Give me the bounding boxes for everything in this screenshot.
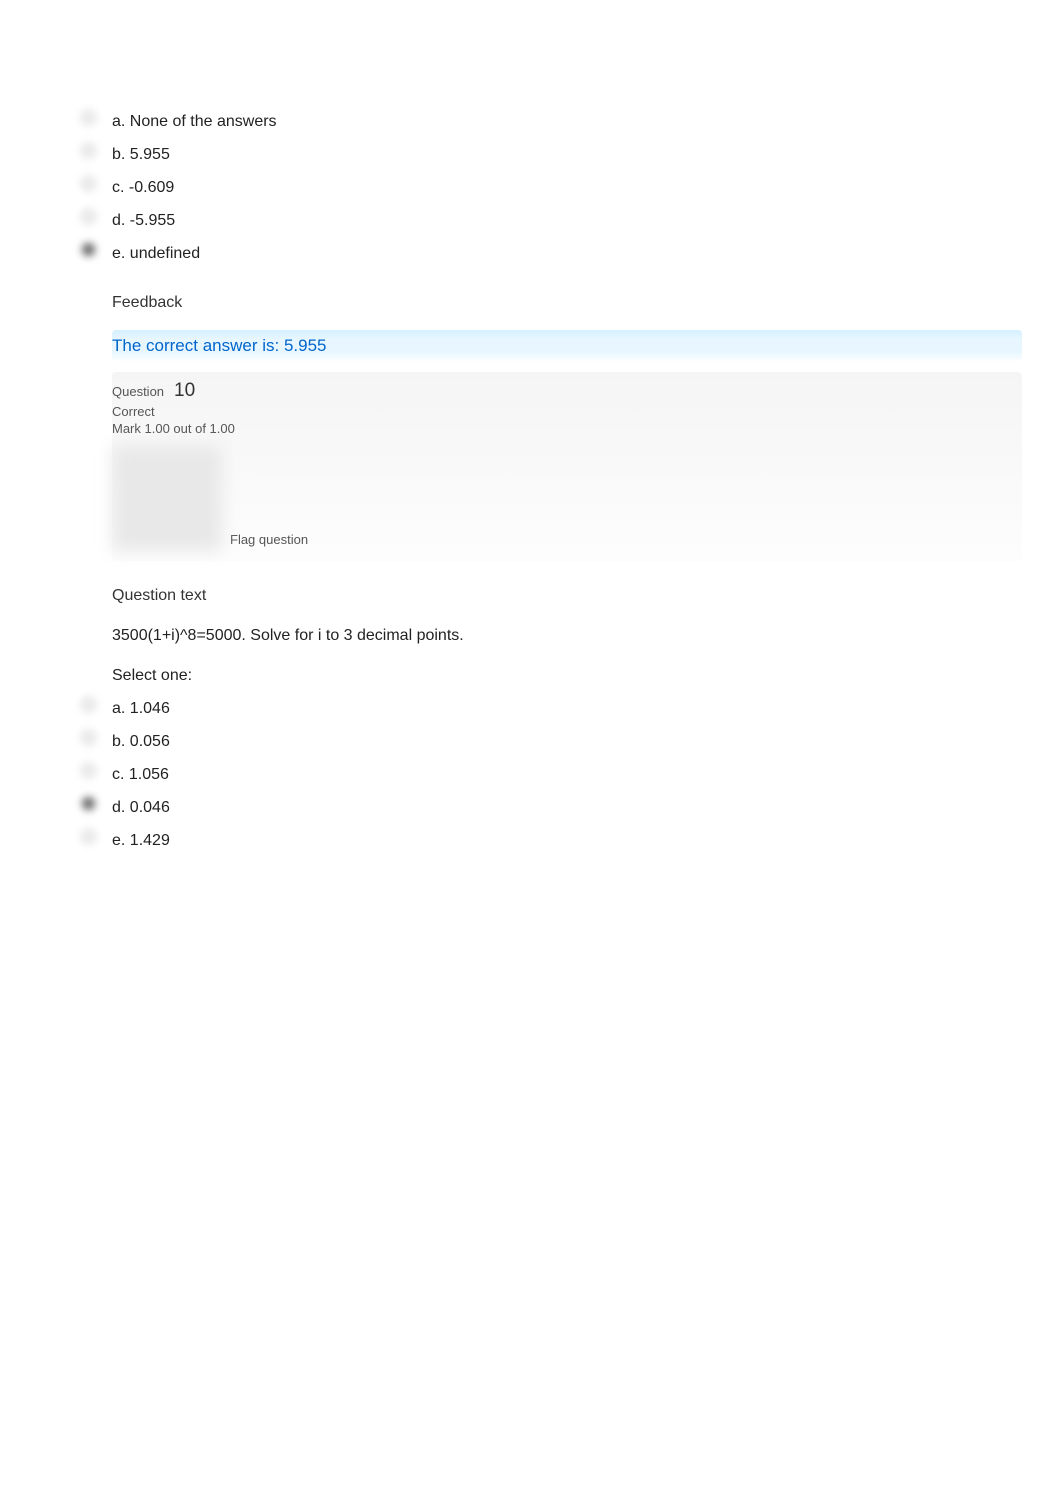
option-value: 1.046 (130, 700, 170, 717)
question-mark: Mark 1.00 out of 1.00 (112, 421, 1022, 436)
question-body: 3500(1+i)^8=5000. Solve for i to 3 decim… (112, 627, 822, 645)
radio-icon[interactable] (82, 242, 112, 256)
question-number: 10 (174, 380, 195, 402)
radio-icon[interactable] (82, 209, 112, 223)
option-value: None of the answers (130, 113, 277, 130)
question-status: Correct (112, 404, 1022, 419)
option-value: undefined (130, 245, 200, 262)
option-e[interactable]: e. undefined (82, 242, 822, 266)
radio-icon[interactable] (82, 796, 112, 810)
option-value: 5.955 (130, 146, 170, 163)
option-letter: c. (112, 179, 124, 196)
option-value: 0.056 (130, 733, 170, 750)
option-letter: c. (112, 766, 124, 783)
feedback-answer: The correct answer is: 5.955 (112, 330, 1022, 362)
option-a[interactable]: a. None of the answers (82, 110, 822, 134)
q9-options: a. None of the answers b. 5.955 c. -0.60… (82, 110, 822, 266)
option-b[interactable]: b. 5.955 (82, 143, 822, 167)
option-value: 1.429 (130, 832, 170, 849)
option-e[interactable]: e. 1.429 (82, 829, 822, 853)
question-text-heading: Question text (112, 587, 822, 605)
option-letter: e. (112, 245, 125, 262)
option-value: -0.609 (129, 179, 174, 196)
flag-question-link[interactable]: Flag question (230, 532, 308, 551)
option-letter: d. (112, 799, 125, 816)
radio-icon[interactable] (82, 110, 112, 124)
question-header: Question 10 Correct Mark 1.00 out of 1.0… (112, 372, 1022, 561)
option-letter: d. (112, 212, 125, 229)
option-value: 0.046 (130, 799, 170, 816)
radio-icon[interactable] (82, 763, 112, 777)
page-content: a. None of the answers b. 5.955 c. -0.60… (0, 110, 1062, 853)
option-a[interactable]: a. 1.046 (82, 697, 822, 721)
radio-icon[interactable] (82, 697, 112, 711)
radio-icon[interactable] (82, 143, 112, 157)
option-d[interactable]: d. -5.955 (82, 209, 822, 233)
select-one-label: Select one: (112, 667, 822, 685)
option-letter: a. (112, 113, 125, 130)
option-d[interactable]: d. 0.046 (82, 796, 822, 820)
option-value: -5.955 (130, 212, 175, 229)
option-b[interactable]: b. 0.056 (82, 730, 822, 754)
option-letter: a. (112, 700, 125, 717)
option-letter: b. (112, 733, 125, 750)
option-c[interactable]: c. 1.056 (82, 763, 822, 787)
q10-options: a. 1.046 b. 0.056 c. 1.056 d. 0.046 (82, 697, 822, 853)
question-label: Question (112, 384, 164, 399)
option-c[interactable]: c. -0.609 (82, 176, 822, 200)
radio-icon[interactable] (82, 176, 112, 190)
radio-icon[interactable] (82, 829, 112, 843)
option-value: 1.056 (129, 766, 169, 783)
flag-icon[interactable] (112, 446, 222, 551)
feedback-heading: Feedback (82, 294, 822, 312)
option-letter: b. (112, 146, 125, 163)
radio-icon[interactable] (82, 730, 112, 744)
option-letter: e. (112, 832, 125, 849)
